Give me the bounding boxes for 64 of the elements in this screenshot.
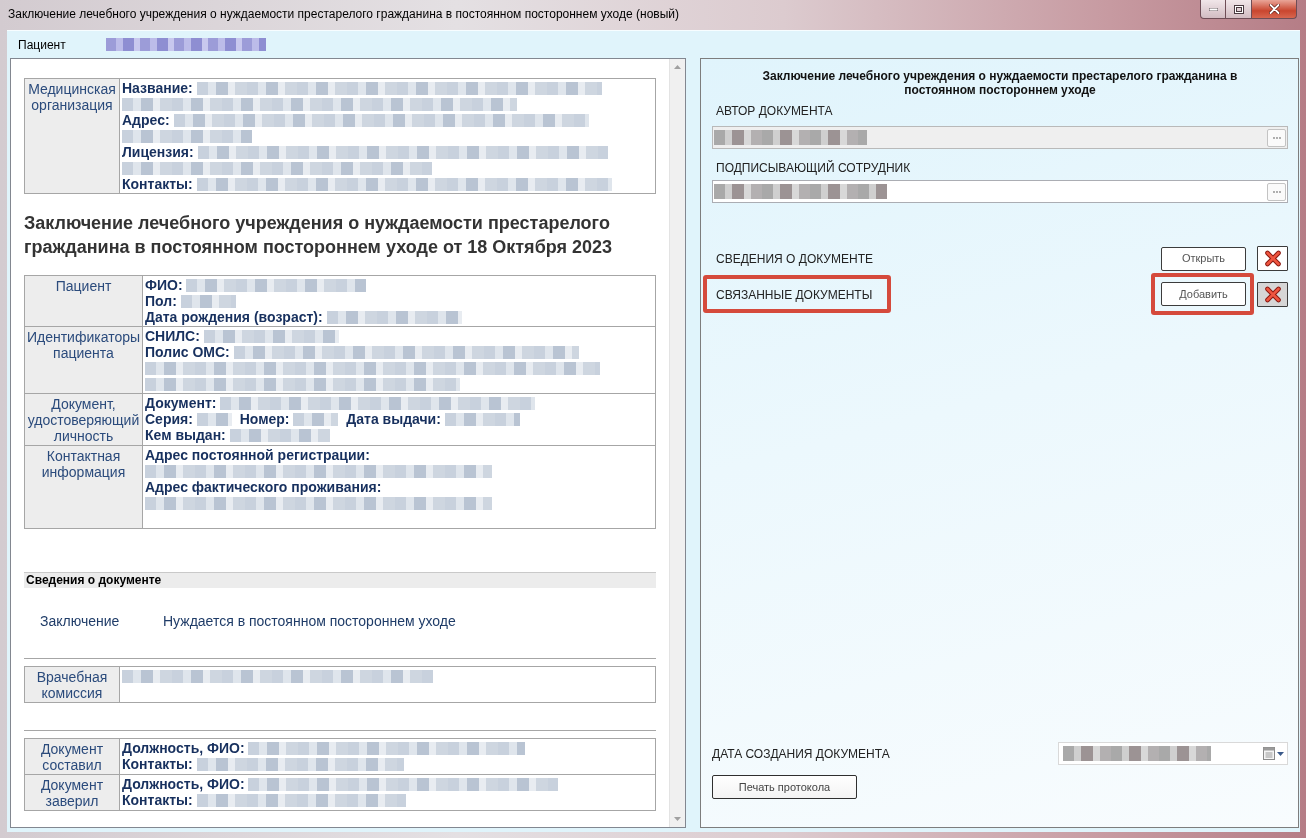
field-label: Дата выдачи: bbox=[346, 411, 441, 427]
date-field[interactable] bbox=[1058, 742, 1288, 765]
field-label: Адрес: bbox=[122, 112, 170, 128]
field-label: Кем выдан: bbox=[145, 427, 226, 443]
row-header: Врачебная комиссия bbox=[24, 666, 120, 703]
maximize-button[interactable] bbox=[1226, 0, 1252, 19]
row-header: Идентификаторы пациента bbox=[24, 326, 143, 394]
up-arrow-icon bbox=[674, 65, 681, 69]
conclusion-label: Заключение bbox=[40, 613, 121, 629]
delete-button[interactable] bbox=[1257, 281, 1288, 307]
field-label: Адрес постоянной регистрации: bbox=[145, 447, 370, 463]
caret-icon bbox=[1277, 751, 1284, 756]
field-label: АВТОР ДОКУМЕНТА bbox=[715, 104, 834, 118]
field-label: ФИО: bbox=[145, 277, 183, 293]
field-label: Пол: bbox=[145, 293, 177, 309]
field-label: ДАТА СОЗДАНИЯ ДОКУМЕНТА bbox=[712, 746, 890, 761]
maximize-icon bbox=[1233, 4, 1244, 14]
row-header: Контактная информация bbox=[24, 445, 143, 529]
delete-button[interactable] bbox=[1257, 246, 1288, 271]
section-button[interactable]: Добавить bbox=[1161, 282, 1246, 307]
ellipsis-icon bbox=[1272, 136, 1281, 139]
section-label: СВЯЗАННЫЕ ДОКУМЕНТЫ bbox=[716, 288, 873, 303]
minimize-button[interactable] bbox=[1200, 0, 1226, 19]
field-label: Должность, ФИО: bbox=[122, 776, 245, 792]
field-label: Адрес фактического проживания: bbox=[145, 479, 382, 495]
row-header: Медицинская организация bbox=[24, 78, 120, 194]
row-header: Документ, удостоверяющий личность bbox=[24, 393, 143, 446]
field-label: Контакты: bbox=[122, 756, 193, 772]
window-title: Заключение лечебного учреждения о нуждаемости престарелого гражданина в постоянном постороннем уходе (новый) bbox=[8, 7, 680, 21]
browse-button[interactable] bbox=[1267, 182, 1286, 201]
field-label: Серия: bbox=[145, 411, 193, 427]
field-label: Контакты: bbox=[122, 792, 193, 808]
row-header: Пациент bbox=[24, 275, 143, 327]
field-label: Название: bbox=[122, 80, 193, 96]
minimize-icon bbox=[1208, 7, 1218, 11]
section-label: СВЕДЕНИЯ О ДОКУМЕНТЕ bbox=[715, 251, 873, 266]
calendar-dropdown-button[interactable] bbox=[1263, 747, 1284, 760]
close-icon bbox=[1268, 4, 1280, 14]
row-header: Документ составил bbox=[24, 738, 120, 775]
patient-label: Пациент bbox=[18, 36, 66, 54]
field-label: Должность, ФИО: bbox=[122, 740, 245, 756]
row-header: Документ заверил bbox=[24, 774, 120, 811]
section-button[interactable]: Открыть bbox=[1161, 246, 1246, 271]
ellipsis-icon bbox=[1272, 190, 1281, 193]
field-label: Контакты: bbox=[122, 176, 193, 192]
close-button[interactable] bbox=[1252, 0, 1297, 19]
field-label: Дата рождения (возраст): bbox=[145, 309, 323, 325]
calendar-icon bbox=[1263, 747, 1275, 760]
field-label: Лицензия: bbox=[122, 144, 194, 160]
section-header: Сведения о документе bbox=[24, 572, 656, 588]
down-arrow-icon bbox=[674, 817, 681, 821]
panel-title: Заключение лечебного учреждения о нуждаемости престарелого гражданина в постоянном постороннем уходе bbox=[761, 69, 1239, 97]
selector-field[interactable] bbox=[712, 180, 1288, 203]
field-label: Номер: bbox=[239, 411, 290, 427]
delete-icon bbox=[1264, 285, 1281, 303]
delete-icon bbox=[1264, 250, 1281, 267]
document-heading: Заключение лечебного учреждения о нуждаемости престарелого гражданина в постоянном постороннем уходе от 18 Октября 2023 bbox=[24, 212, 614, 259]
field-label: СНИЛС: bbox=[145, 328, 200, 344]
field-label: Документ: bbox=[145, 395, 217, 411]
scrollbar[interactable] bbox=[669, 59, 685, 827]
field-label: ПОДПИСЫВАЮЩИЙ СОТРУДНИК bbox=[715, 161, 912, 175]
conclusion-value: Нуждается в постоянном постороннем уходе bbox=[163, 613, 456, 629]
print-button[interactable]: Печать протокола bbox=[712, 775, 857, 799]
field-label: Полис ОМС: bbox=[145, 344, 230, 360]
